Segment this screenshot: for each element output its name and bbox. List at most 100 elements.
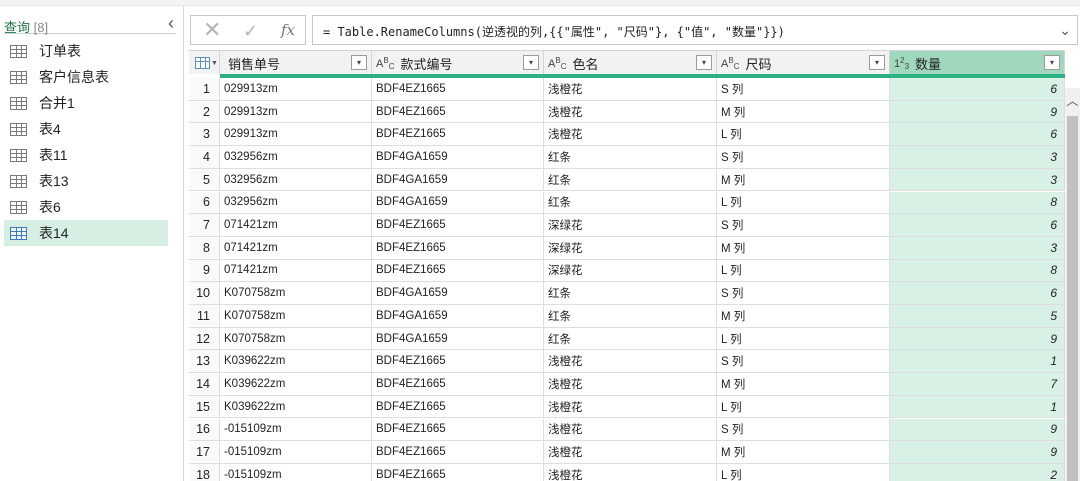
table-row[interactable]: 16 -015109zm BDF4EZ1665 浅橙花 S 列9 bbox=[189, 418, 1065, 442]
text-type-icon[interactable]: ABC bbox=[548, 56, 566, 71]
table-row[interactable]: 10 K070758zm BDF4GA1659 红条 S 列6 bbox=[189, 282, 1065, 305]
cell-size[interactable]: M 列 bbox=[717, 168, 890, 191]
cell-order-number[interactable]: -015109zm bbox=[220, 463, 372, 481]
cell-order-number[interactable]: K070758zm bbox=[220, 327, 372, 350]
query-item[interactable]: 订单表 bbox=[4, 38, 168, 64]
cell-style-number[interactable]: BDF4EZ1665 bbox=[372, 214, 544, 236]
column-header-size[interactable]: ABC 尺码 ▾ bbox=[717, 51, 890, 75]
cell-quantity[interactable]: 8 bbox=[890, 259, 1065, 282]
cell-color-name[interactable]: 红条 bbox=[544, 282, 717, 304]
cell-order-number[interactable]: 032956zm bbox=[220, 146, 372, 168]
cell-color-name[interactable]: 深绿花 bbox=[544, 259, 717, 282]
cell-order-number[interactable]: K070758zm bbox=[220, 305, 372, 327]
query-item[interactable]: 合并1 bbox=[4, 90, 168, 116]
filter-dropdown-icon[interactable]: ▾ bbox=[1044, 55, 1060, 70]
cell-size[interactable]: S 列 bbox=[717, 350, 890, 373]
cell-style-number[interactable]: BDF4GA1659 bbox=[372, 146, 544, 168]
column-header-color-name[interactable]: ABC 色名 ▾ bbox=[544, 51, 717, 75]
cell-style-number[interactable]: BDF4GA1659 bbox=[372, 168, 544, 191]
cell-quantity[interactable]: 3 bbox=[890, 146, 1065, 168]
cell-style-number[interactable]: BDF4GA1659 bbox=[372, 191, 544, 214]
cell-quantity[interactable]: 3 bbox=[890, 168, 1065, 191]
query-item[interactable]: 表13 bbox=[4, 168, 168, 194]
table-row[interactable]: 17 -015109zm BDF4EZ1665 浅橙花 M 列9 bbox=[189, 441, 1065, 464]
cancel-icon[interactable]: ✕ bbox=[203, 18, 221, 42]
cell-quantity[interactable]: 6 bbox=[890, 214, 1065, 236]
cell-order-number[interactable]: K070758zm bbox=[220, 282, 372, 304]
cell-size[interactable]: M 列 bbox=[717, 305, 890, 327]
cell-color-name[interactable]: 红条 bbox=[544, 327, 717, 350]
filter-dropdown-icon[interactable]: ▾ bbox=[523, 55, 539, 70]
cell-style-number[interactable]: BDF4GA1659 bbox=[372, 305, 544, 327]
cell-order-number[interactable]: 071421zm bbox=[220, 259, 372, 282]
cell-color-name[interactable]: 浅橙花 bbox=[544, 373, 717, 395]
cell-size[interactable]: S 列 bbox=[717, 214, 890, 236]
cell-quantity[interactable]: 9 bbox=[890, 441, 1065, 463]
cell-size[interactable]: M 列 bbox=[717, 441, 890, 463]
text-type-icon[interactable]: ABC bbox=[721, 56, 739, 71]
table-row[interactable]: 6 032956zm BDF4GA1659 红条 L 列8 bbox=[189, 191, 1065, 215]
cell-order-number[interactable]: 071421zm bbox=[220, 214, 372, 236]
cell-size[interactable]: S 列 bbox=[717, 78, 890, 100]
cell-order-number[interactable]: -015109zm bbox=[220, 418, 372, 441]
cell-quantity[interactable]: 5 bbox=[890, 305, 1065, 327]
cell-order-number[interactable]: K039622zm bbox=[220, 373, 372, 395]
table-row[interactable]: 11 K070758zm BDF4GA1659 红条 M 列5 bbox=[189, 305, 1065, 328]
fx-icon[interactable]: fx bbox=[281, 20, 295, 40]
formula-bar[interactable]: = Table.RenameColumns(逆透视的列,{{"属性", "尺码"… bbox=[312, 15, 1078, 45]
cell-quantity[interactable]: 6 bbox=[890, 123, 1065, 146]
cell-color-name[interactable]: 浅橙花 bbox=[544, 350, 717, 373]
cell-order-number[interactable]: 071421zm bbox=[220, 236, 372, 259]
cell-color-name[interactable]: 浅橙花 bbox=[544, 78, 717, 100]
cell-style-number[interactable]: BDF4EZ1665 bbox=[372, 463, 544, 481]
cell-size[interactable]: L 列 bbox=[717, 123, 890, 146]
cell-style-number[interactable]: BDF4EZ1665 bbox=[372, 236, 544, 259]
table-row[interactable]: 3 029913zm BDF4EZ1665 浅橙花 L 列6 bbox=[189, 123, 1065, 147]
table-row[interactable]: 14 K039622zm BDF4EZ1665 浅橙花 M 列7 bbox=[189, 373, 1065, 396]
cell-style-number[interactable]: BDF4GA1659 bbox=[372, 282, 544, 304]
cell-quantity[interactable]: 6 bbox=[890, 78, 1065, 100]
cell-size[interactable]: L 列 bbox=[717, 395, 890, 418]
cell-quantity[interactable]: 3 bbox=[890, 236, 1065, 259]
cell-color-name[interactable]: 红条 bbox=[544, 146, 717, 168]
cell-quantity[interactable]: 1 bbox=[890, 350, 1065, 373]
table-row[interactable]: 18 -015109zm BDF4EZ1665 浅橙花 L 列2 bbox=[189, 463, 1065, 481]
cell-color-name[interactable]: 浅橙花 bbox=[544, 418, 717, 441]
query-item[interactable]: 表4 bbox=[4, 116, 168, 142]
table-row[interactable]: 4 032956zm BDF4GA1659 红条 S 列3 bbox=[189, 146, 1065, 169]
cell-size[interactable]: S 列 bbox=[717, 418, 890, 441]
cell-quantity[interactable]: 1 bbox=[890, 395, 1065, 418]
cell-color-name[interactable]: 浅橙花 bbox=[544, 123, 717, 146]
table-row[interactable]: 1 029913zm BDF4EZ1665 浅橙花 S 列6 bbox=[189, 78, 1065, 101]
query-item[interactable]: 表14 bbox=[4, 220, 168, 246]
cell-color-name[interactable]: 红条 bbox=[544, 168, 717, 191]
cell-color-name[interactable]: 浅橙花 bbox=[544, 100, 717, 123]
cell-size[interactable]: M 列 bbox=[717, 100, 890, 123]
cell-size[interactable]: L 列 bbox=[717, 191, 890, 214]
cell-color-name[interactable]: 深绿花 bbox=[544, 236, 717, 259]
cell-size[interactable]: S 列 bbox=[717, 282, 890, 304]
cell-style-number[interactable]: BDF4EZ1665 bbox=[372, 418, 544, 441]
query-item[interactable]: 表11 bbox=[4, 142, 168, 168]
collapse-pane-icon[interactable]: ‹ bbox=[168, 13, 174, 33]
cell-size[interactable]: L 列 bbox=[717, 259, 890, 282]
column-header-order-number[interactable]: 销售单号 ▾ bbox=[220, 51, 372, 75]
cell-order-number[interactable]: 029913zm bbox=[220, 123, 372, 146]
cell-style-number[interactable]: BDF4EZ1665 bbox=[372, 395, 544, 418]
cell-order-number[interactable]: 029913zm bbox=[220, 78, 372, 100]
cell-color-name[interactable]: 浅橙花 bbox=[544, 395, 717, 418]
cell-quantity[interactable]: 7 bbox=[890, 373, 1065, 395]
formula-text[interactable]: = Table.RenameColumns(逆透视的列,{{"属性", "尺码"… bbox=[323, 23, 785, 40]
table-menu-button[interactable]: ▼ bbox=[189, 51, 220, 75]
cell-size[interactable]: M 列 bbox=[717, 236, 890, 259]
number-type-icon[interactable]: 123 bbox=[894, 56, 909, 71]
cell-order-number[interactable]: 032956zm bbox=[220, 191, 372, 214]
cell-size[interactable]: L 列 bbox=[717, 463, 890, 481]
scrollbar-thumb[interactable] bbox=[1067, 116, 1078, 481]
table-row[interactable]: 7 071421zm BDF4EZ1665 深绿花 S 列6 bbox=[189, 214, 1065, 237]
filter-dropdown-icon[interactable]: ▾ bbox=[351, 55, 367, 70]
query-item[interactable]: 表6 bbox=[4, 194, 168, 220]
table-row[interactable]: 2 029913zm BDF4EZ1665 浅橙花 M 列9 bbox=[189, 100, 1065, 124]
cell-size[interactable]: L 列 bbox=[717, 327, 890, 350]
cell-style-number[interactable]: BDF4EZ1665 bbox=[372, 441, 544, 463]
